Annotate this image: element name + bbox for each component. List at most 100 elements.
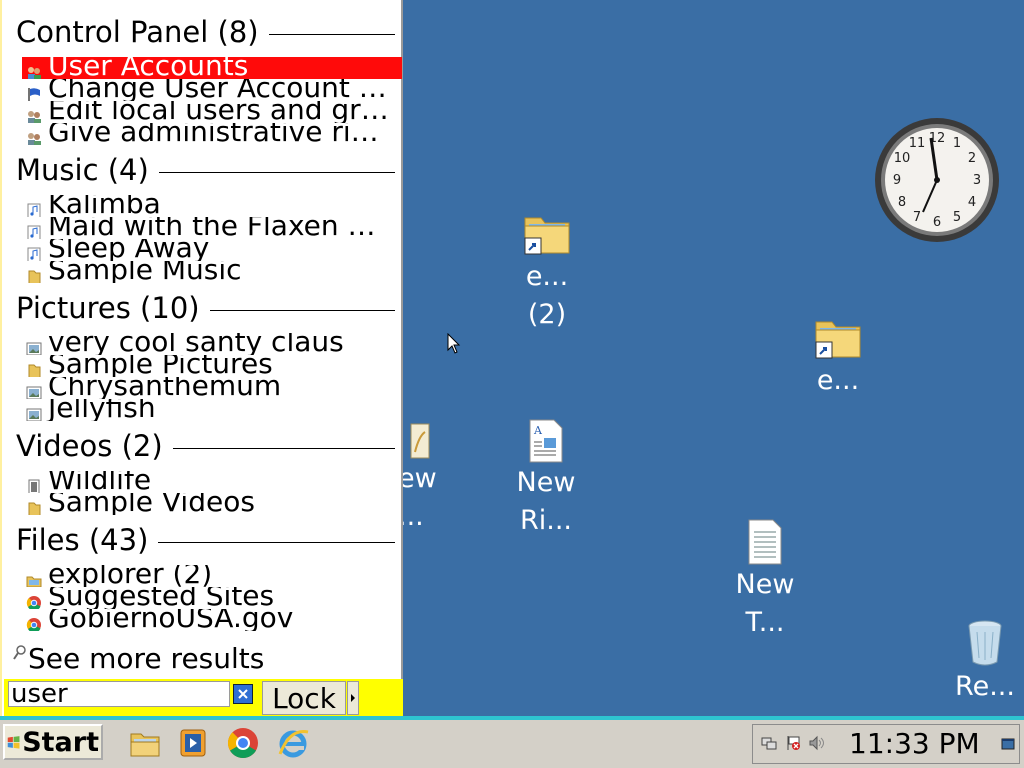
music-file-icon bbox=[26, 241, 42, 261]
result-item[interactable]: explorer (2) bbox=[22, 565, 402, 587]
desktop-icon-new-rich-text[interactable]: A New Ri... bbox=[508, 418, 584, 540]
windows-logo-icon bbox=[7, 736, 20, 749]
desktop-icon-label: Re... bbox=[955, 671, 1015, 702]
file-explorer-icon bbox=[130, 733, 160, 757]
users-icon bbox=[26, 125, 42, 145]
start-label: Start bbox=[22, 726, 99, 758]
group-title: Pictures (10) bbox=[16, 291, 200, 325]
group-title: Files (43) bbox=[16, 523, 149, 557]
desktop-icon-label: ew ... bbox=[398, 463, 437, 532]
group-header-control-panel[interactable]: Control Panel (8) bbox=[16, 14, 395, 50]
divider bbox=[172, 447, 395, 449]
search-icon bbox=[13, 645, 26, 660]
image-file-icon bbox=[26, 335, 42, 355]
close-icon bbox=[238, 689, 248, 699]
users-icon bbox=[26, 103, 42, 123]
divider bbox=[158, 541, 395, 543]
desktop-icon-explorer[interactable]: e... bbox=[803, 312, 873, 400]
folder-shortcut-icon bbox=[815, 321, 861, 359]
chrome-icon bbox=[227, 728, 258, 759]
see-more-label: See more results bbox=[28, 642, 265, 675]
svg-text:2: 2 bbox=[968, 151, 976, 166]
search-input[interactable] bbox=[8, 681, 230, 707]
mouse-cursor-icon bbox=[447, 333, 461, 354]
desktop-icon-label: e... bbox=[816, 365, 860, 396]
group-header-files[interactable]: Files (43) bbox=[16, 522, 395, 558]
result-item[interactable]: Edit local users and gr… bbox=[22, 101, 402, 123]
image-file-icon bbox=[410, 423, 430, 459]
folder-icon bbox=[26, 357, 42, 377]
group-header-pictures[interactable]: Pictures (10) bbox=[16, 290, 395, 326]
svg-text:3: 3 bbox=[973, 173, 981, 188]
search-bar: Lock bbox=[4, 679, 403, 716]
image-file-icon bbox=[26, 401, 42, 421]
music-file-icon bbox=[26, 219, 42, 239]
shortcut-icon bbox=[26, 567, 42, 587]
see-more-results-link[interactable]: See more results bbox=[12, 642, 264, 675]
chrome-icon bbox=[26, 589, 42, 609]
desktop-icon-explorer-2[interactable]: e... (2) bbox=[512, 208, 582, 334]
clock-time[interactable]: 11:33 PM bbox=[849, 727, 980, 760]
clock-gadget[interactable]: 12 1 2 345 678 9 10 11 bbox=[873, 116, 1001, 244]
network-icon[interactable] bbox=[761, 735, 777, 751]
desktop-icon-new-text[interactable]: New T... bbox=[727, 518, 803, 642]
divider bbox=[209, 309, 395, 311]
result-item[interactable]: GobiernoUSA.gov bbox=[22, 609, 402, 631]
taskbar-chrome[interactable] bbox=[226, 726, 260, 760]
svg-text:9: 9 bbox=[893, 173, 901, 188]
group-title: Videos (2) bbox=[16, 429, 163, 463]
lock-options-arrow[interactable] bbox=[347, 681, 359, 715]
notification-area: 11:33 PM bbox=[752, 724, 1020, 764]
result-item[interactable]: User Accounts bbox=[22, 57, 402, 79]
start-menu: Control Panel (8) User Accounts Change U… bbox=[0, 0, 403, 716]
taskbar: Start 11:33 PM bbox=[0, 716, 1024, 768]
svg-text:11: 11 bbox=[909, 136, 926, 151]
svg-text:10: 10 bbox=[894, 151, 911, 166]
chevron-right-icon bbox=[351, 694, 355, 702]
result-item[interactable]: very cool santy claus bbox=[22, 333, 402, 355]
internet-explorer-icon bbox=[278, 729, 309, 758]
svg-text:1: 1 bbox=[953, 136, 961, 151]
group-title: Music (4) bbox=[16, 153, 149, 187]
result-item[interactable]: Chrysanthemum bbox=[22, 377, 402, 399]
users-icon bbox=[26, 59, 42, 79]
group-title: Control Panel (8) bbox=[16, 15, 259, 49]
desktop-icon-label: e... (2) bbox=[525, 261, 569, 330]
image-file-icon bbox=[26, 379, 42, 399]
clear-search-button[interactable] bbox=[233, 684, 253, 704]
result-item[interactable]: Give administrative ri… bbox=[22, 123, 402, 145]
divider bbox=[268, 33, 395, 35]
result-item[interactable]: Kalimba bbox=[22, 195, 402, 217]
text-file-icon bbox=[748, 519, 782, 565]
group-header-videos[interactable]: Videos (2) bbox=[16, 428, 395, 464]
result-item[interactable]: Sample Pictures bbox=[22, 355, 402, 377]
result-item[interactable]: Maid with the Flaxen … bbox=[22, 217, 402, 239]
document-icon: A bbox=[529, 419, 563, 463]
action-center-flag-icon[interactable] bbox=[785, 735, 801, 751]
desktop-icon-recycle-bin[interactable]: Re... bbox=[946, 616, 1024, 706]
folder-shortcut-icon bbox=[524, 217, 570, 255]
folder-icon bbox=[26, 263, 42, 283]
result-item[interactable]: Sample Videos bbox=[22, 493, 402, 515]
flag-icon bbox=[26, 81, 42, 101]
chrome-icon bbox=[26, 611, 42, 631]
desktop-icon-label: New T... bbox=[735, 569, 795, 638]
result-item[interactable]: Suggested Sites bbox=[22, 587, 402, 609]
start-button[interactable]: Start bbox=[3, 724, 103, 760]
music-file-icon bbox=[26, 197, 42, 217]
svg-text:5: 5 bbox=[953, 210, 961, 225]
result-item[interactable]: Change User Account … bbox=[22, 79, 402, 101]
result-item[interactable]: Sleep Away bbox=[22, 239, 402, 261]
taskbar-media-player[interactable] bbox=[176, 726, 210, 760]
group-header-music[interactable]: Music (4) bbox=[16, 152, 395, 188]
result-item[interactable]: Jellyfish bbox=[22, 399, 402, 421]
taskbar-internet-explorer[interactable] bbox=[276, 726, 310, 760]
lock-button[interactable]: Lock bbox=[262, 681, 346, 715]
taskbar-explorer[interactable] bbox=[128, 726, 162, 760]
volume-icon[interactable] bbox=[809, 735, 825, 751]
result-item[interactable]: Wildlife bbox=[22, 471, 402, 493]
svg-text:8: 8 bbox=[898, 195, 906, 210]
show-desktop-icon[interactable] bbox=[1001, 737, 1015, 751]
result-item[interactable]: Sample Music bbox=[22, 261, 402, 283]
desktop-icon-new-image[interactable]: ew ... bbox=[398, 422, 438, 536]
